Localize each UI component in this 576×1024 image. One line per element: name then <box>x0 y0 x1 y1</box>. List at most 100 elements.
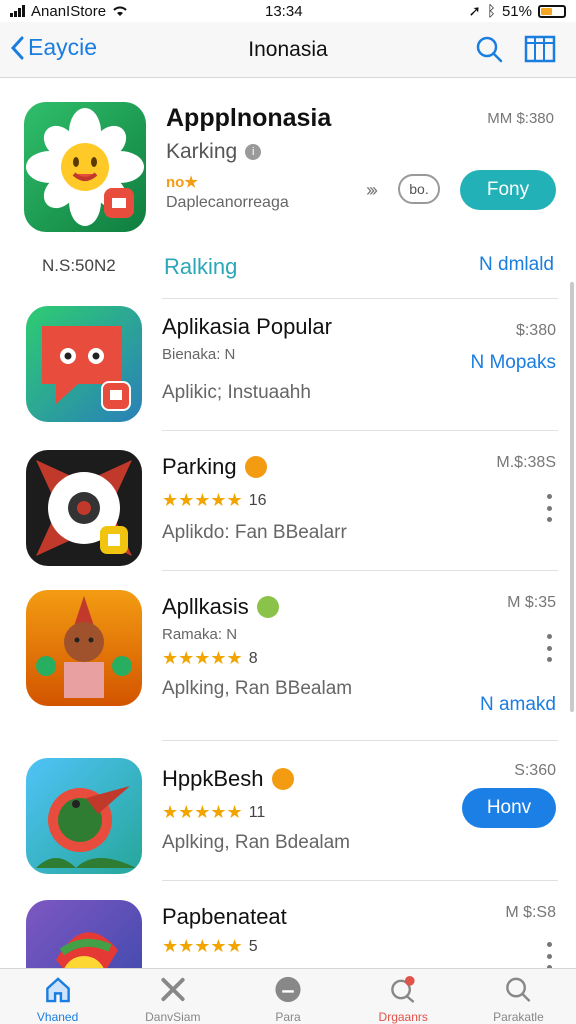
stars-icon: ★★★★★ <box>162 936 243 956</box>
tab-label: Drgaanrs <box>378 1010 428 1024</box>
featured-app-icon <box>24 102 146 232</box>
app-description: Aplking, Ran Bdealam <box>162 832 350 853</box>
battery-level <box>541 7 553 15</box>
featured-app-category: Karking i <box>166 140 262 164</box>
tab-chat[interactable]: Para <box>230 969 345 1024</box>
search-icon <box>506 977 531 1002</box>
info-icon[interactable]: i <box>245 144 262 160</box>
close-x-icon <box>161 977 185 1002</box>
character-icon <box>36 596 132 698</box>
list-item[interactable]: HppkBesh ★★★★★ 11 Aplking, Ran Bdealam S… <box>0 752 576 892</box>
tab-label: Vhaned <box>36 1010 79 1024</box>
bluetooth-icon: ᛒ <box>486 2 496 20</box>
featured-footer-info: N.S:50N2 <box>42 256 116 275</box>
featured-app[interactable]: Appplnonasia Karking i no★ Daplecanorrea… <box>0 80 576 300</box>
more-options-icon[interactable] <box>544 634 554 662</box>
more-options-icon[interactable] <box>544 494 554 522</box>
chat-bubble-icon <box>42 326 131 411</box>
home-icon <box>45 977 70 1003</box>
tab-label: Parakatle <box>493 1010 544 1024</box>
emoji-badge-icon <box>256 596 279 618</box>
more-options-icon[interactable] <box>544 942 554 970</box>
search-alert-icon <box>391 975 415 1003</box>
status-right: ➚ ᛒ 51% <box>468 2 566 20</box>
location-icon: ➚ <box>468 3 481 20</box>
app-name-text: Aplikasia Popular <box>162 314 332 339</box>
signal-icon <box>10 5 25 17</box>
app-price: M $:35 <box>507 594 556 611</box>
divider <box>162 570 558 571</box>
app-name: HppkBesh <box>162 766 294 792</box>
flower-face-icon <box>26 108 144 226</box>
star-rating: ★★★★★ 11 <box>162 802 265 823</box>
app-icon <box>26 450 142 566</box>
app-icon <box>26 306 142 422</box>
emoji-badge-icon <box>271 768 294 790</box>
stars-icon: ★★★★★ <box>162 802 243 822</box>
chat-icon <box>275 976 301 1003</box>
nav-bar: Eaycie Inonasia <box>0 22 576 78</box>
emoji-badge-icon <box>244 456 267 478</box>
app-price: M.$:38S <box>496 454 556 471</box>
featured-category-label: Karking <box>166 140 238 163</box>
divider <box>162 880 558 881</box>
chevron-left-icon <box>10 36 24 59</box>
tab-home[interactable]: Vhaned <box>0 969 115 1024</box>
app-name: Parking <box>162 454 267 480</box>
app-meta: Ramaka: N <box>162 626 238 643</box>
app-price: M $:S8 <box>505 904 556 921</box>
divider <box>162 740 558 741</box>
forward-arrows-icon: ››› <box>366 180 378 200</box>
eye-camera-icon <box>36 460 132 556</box>
ranking-link[interactable]: Ralking <box>164 254 237 280</box>
status-bar: AnanIStore 13:34 ➚ ᛒ 51% <box>0 0 576 22</box>
app-name-text: Apllkasis <box>162 594 249 619</box>
app-description: Aplikic; Instuaahh <box>162 382 311 403</box>
tab-games[interactable]: DanvSiam <box>115 969 230 1024</box>
clock: 13:34 <box>265 2 303 20</box>
rating-count: 16 <box>248 491 267 509</box>
featured-get-button[interactable]: Fony <box>460 170 556 210</box>
list-item[interactable]: Aplikasia Popular Bienaka: N Aplikic; In… <box>0 300 576 440</box>
featured-footer-link[interactable]: N dmlald <box>479 254 554 276</box>
wifi-icon <box>113 6 127 16</box>
featured-rating: no★ <box>166 174 198 191</box>
app-action-link[interactable]: N amakd <box>480 694 556 716</box>
featured-app-name: Appplnonasia <box>166 104 332 132</box>
featured-description: Daplecanorreaga <box>166 194 289 211</box>
featured-secondary-button[interactable]: bo. <box>398 174 440 204</box>
get-button[interactable]: Honv <box>462 788 556 828</box>
back-label: Eaycie <box>28 34 98 60</box>
rating-count: 8 <box>248 649 258 667</box>
app-name: Apllkasis <box>162 594 279 620</box>
status-left: AnanIStore <box>10 3 128 20</box>
app-price: $:380 <box>515 322 556 339</box>
battery-icon <box>538 4 566 18</box>
stars-icon: ★★★★★ <box>162 648 243 668</box>
list-item[interactable]: Parking ★★★★★ 16 Aplikdo: Fan BBealarr M… <box>0 444 576 584</box>
app-icon <box>26 590 142 706</box>
featured-price: MM $:380 <box>487 110 554 127</box>
stars-icon: ★★★★★ <box>162 490 243 510</box>
tab-label: Para <box>275 1010 301 1024</box>
app-price: S:360 <box>514 762 556 779</box>
app-name-text: Papbenateat <box>162 904 287 929</box>
list-item[interactable]: Apllkasis Ramaka: N ★★★★★ 8 Aplking, Ran… <box>0 584 576 724</box>
back-button[interactable]: Eaycie <box>10 34 97 61</box>
tab-search[interactable]: Parakatle <box>461 969 576 1024</box>
star-rating: ★★★★★ 16 <box>162 490 266 511</box>
app-name: Papbenateat <box>162 904 287 930</box>
divider <box>162 430 558 431</box>
battery-percent: 51% <box>501 2 532 20</box>
carrier-label: AnanIStore <box>31 2 107 20</box>
grid-view-icon[interactable] <box>522 34 556 64</box>
app-action-link[interactable]: N Mopaks <box>470 352 556 374</box>
search-icon[interactable] <box>474 34 504 64</box>
bird-icon <box>36 786 136 868</box>
rating-count: 11 <box>248 803 266 821</box>
tab-updates[interactable]: Drgaanrs <box>346 969 461 1024</box>
star-rating: ★★★★★ 8 <box>162 648 258 669</box>
scrollbar[interactable] <box>570 282 574 712</box>
app-name-text: HppkBesh <box>162 766 264 791</box>
rating-count: 5 <box>248 937 258 955</box>
